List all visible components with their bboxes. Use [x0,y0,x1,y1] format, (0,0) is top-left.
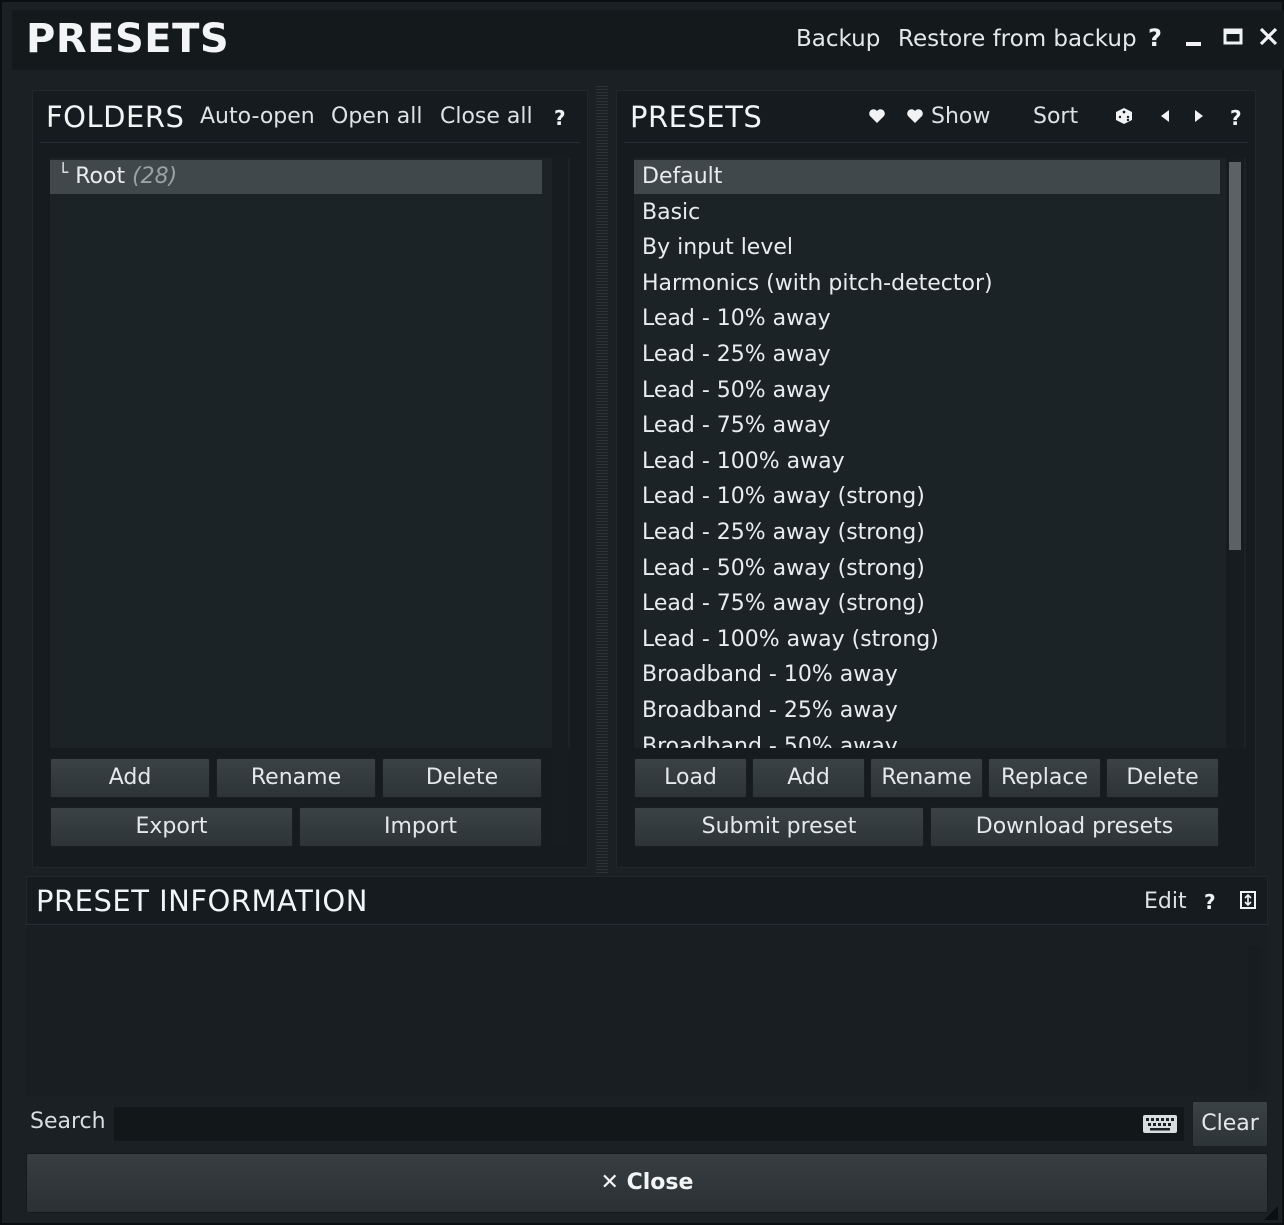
next-preset-icon[interactable] [1192,106,1206,131]
preset-delete-button[interactable]: Delete [1106,758,1219,798]
close-button[interactable]: ✕ Close [26,1153,1268,1213]
preset-list-item[interactable]: Lead - 10% away (strong) [634,480,1220,514]
folders-help-icon[interactable]: ? [554,106,566,130]
divider [40,142,580,143]
download-presets-button[interactable]: Download presets [930,807,1219,847]
clear-search-button[interactable]: Clear [1192,1101,1268,1147]
heart-icon [907,109,923,123]
preset-list-item[interactable]: Lead - 75% away [634,409,1220,443]
preset-list-item[interactable]: Harmonics (with pitch-detector) [634,267,1220,301]
preset-list-item[interactable]: Broadband - 50% away [634,730,1220,748]
presets-window: PRESETS Backup Restore from backup ? FOL… [0,0,1284,1225]
resize-grip-icon[interactable] [1264,1205,1278,1220]
close-icon[interactable] [1258,20,1280,56]
dice-icon[interactable] [1114,106,1134,131]
panel-splitter[interactable] [596,86,608,874]
preset-info-text[interactable] [26,926,1268,1096]
folders-title: FOLDERS [46,100,185,134]
import-button[interactable]: Import [299,807,542,847]
restore-from-backup-button[interactable]: Restore from backup [898,26,1137,52]
preset-rename-button[interactable]: Rename [870,758,983,798]
search-label: Search [30,1109,106,1134]
keyboard-icon[interactable] [1143,1114,1177,1134]
tree-item-root[interactable]: └ Root (28) [50,160,542,194]
show-label: Show [931,104,991,129]
favorite-heart-icon[interactable] [868,106,886,130]
folder-add-button[interactable]: Add [50,758,210,798]
divider [624,142,1248,143]
preset-list-item[interactable]: Lead - 50% away [634,374,1220,408]
folder-delete-button[interactable]: Delete [382,758,542,798]
auto-open-button[interactable]: Auto-open [200,104,315,129]
preset-list-item[interactable]: Lead - 25% away [634,338,1220,372]
open-all-button[interactable]: Open all [331,104,422,129]
tree-item-label: Root [75,164,126,189]
window-title: PRESETS [26,16,230,62]
folder-tree: └ Root (28) [50,158,570,846]
close-all-button[interactable]: Close all [440,104,533,129]
show-favorites-button[interactable]: Show [906,104,990,129]
edit-info-button[interactable]: Edit [1144,889,1187,914]
info-scrollbar[interactable] [1248,946,1260,1090]
search-input[interactable] [114,1107,1184,1141]
expand-icon[interactable] [1240,890,1256,914]
minimize-icon[interactable] [1184,20,1204,56]
backup-button[interactable]: Backup [796,26,880,52]
preset-scrollbar[interactable] [1226,158,1244,748]
preset-list-item[interactable]: Lead - 75% away (strong) [634,587,1220,621]
preset-list-item[interactable]: Broadband - 10% away [634,658,1220,692]
divider [26,924,1268,925]
preset-list-item[interactable]: Lead - 100% away [634,445,1220,479]
preset-information-panel: PRESET INFORMATION Edit ? [26,876,1268,1096]
title-bar: PRESETS Backup Restore from backup ? [12,10,1284,70]
maximize-icon[interactable] [1222,20,1244,56]
preset-add-button[interactable]: Add [752,758,865,798]
folder-rename-button[interactable]: Rename [216,758,376,798]
presets-title: PRESETS [630,100,763,134]
preset-list-item[interactable]: Default [634,160,1220,194]
submit-preset-button[interactable]: Submit preset [634,807,924,847]
sort-button[interactable]: Sort [1033,104,1078,129]
preset-list-item[interactable]: Broadband - 25% away [634,694,1220,728]
folders-panel: FOLDERS Auto-open Open all Close all ? └… [32,90,588,868]
replace-button[interactable]: Replace [988,758,1101,798]
previous-preset-icon[interactable] [1158,106,1172,131]
load-button[interactable]: Load [634,758,747,798]
preset-list-item[interactable]: Lead - 25% away (strong) [634,516,1220,550]
presets-panel: PRESETS Show Sort ? Default Basic By input… [616,90,1256,868]
info-help-icon[interactable]: ? [1204,890,1216,914]
export-button[interactable]: Export [50,807,293,847]
preset-list-item[interactable]: Lead - 10% away [634,302,1220,336]
help-icon[interactable]: ? [1148,24,1162,52]
preset-scrollbar-thumb[interactable] [1229,162,1241,550]
tree-item-count: (28) [132,164,178,189]
preset-list-item[interactable]: Lead - 100% away (strong) [634,623,1220,657]
presets-help-icon[interactable]: ? [1230,106,1242,130]
preset-list-item[interactable]: By input level [634,231,1220,265]
preset-list: Default Basic By input level Harmonics (wit… [634,158,1246,748]
tree-branch-marker: └ [58,163,69,183]
folder-scrollbar[interactable] [552,158,568,846]
preset-information-title: PRESET INFORMATION [36,884,368,918]
preset-list-item[interactable]: Basic [634,196,1220,230]
preset-list-item[interactable]: Lead - 50% away (strong) [634,552,1220,586]
